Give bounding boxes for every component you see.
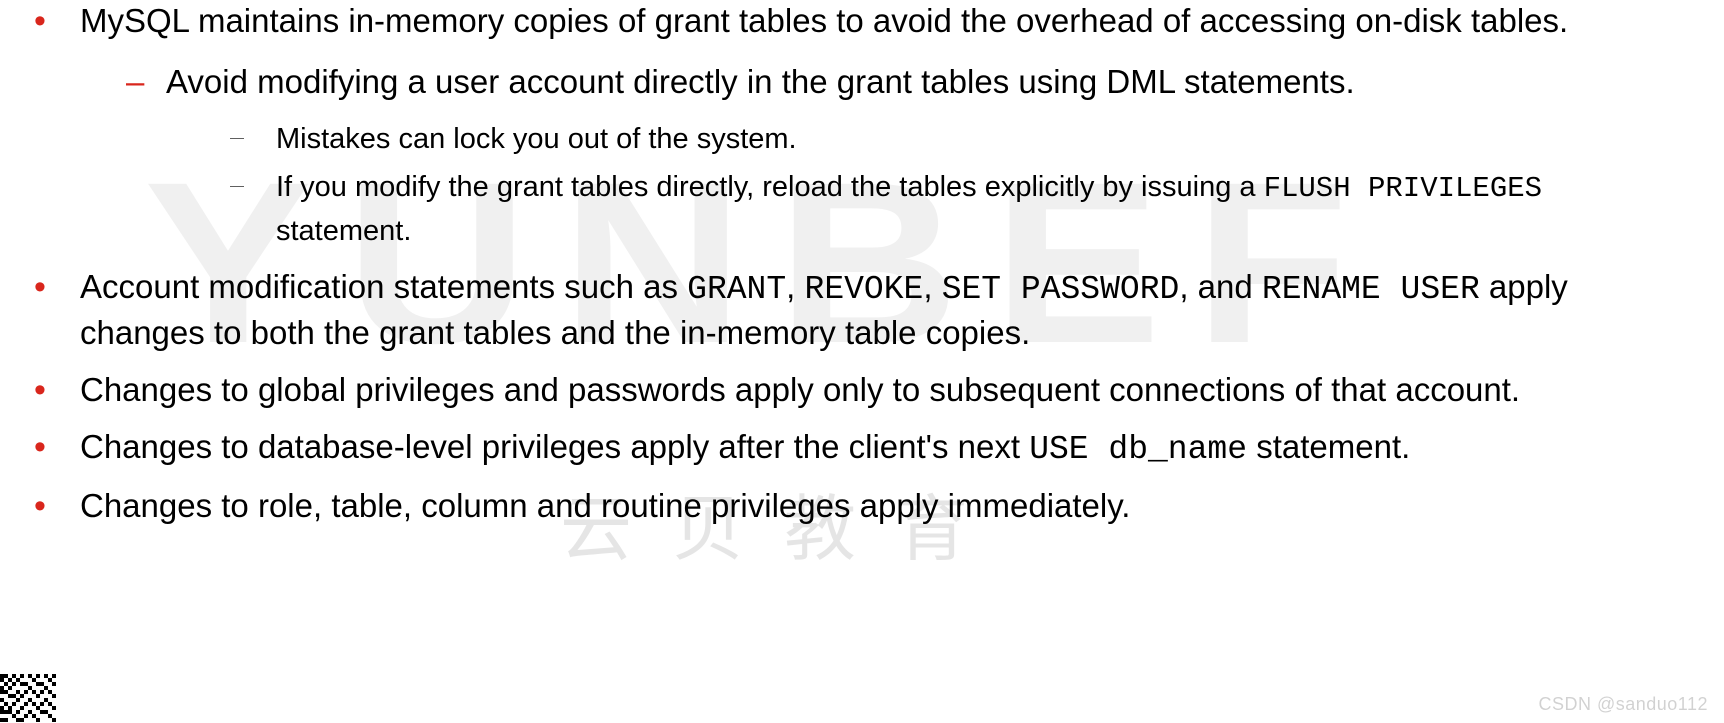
sub2-text-a: If you modify the grant tables directly,… xyxy=(276,171,1264,203)
bullet-item-2: Account modification statements such as … xyxy=(0,266,1684,355)
bullet-item-1: MySQL maintains in-memory copies of gran… xyxy=(0,0,1684,252)
bullet-item-3: Changes to global privileges and passwor… xyxy=(0,369,1684,412)
b3-text: Changes to global privileges and passwor… xyxy=(80,371,1520,408)
bullet-item-4: Changes to database-level privileges app… xyxy=(0,426,1684,472)
b2-sep3: , and xyxy=(1179,268,1262,305)
slide-content: MySQL maintains in-memory copies of gran… xyxy=(0,0,1724,528)
code-grant: GRANT xyxy=(687,271,786,308)
b2-a: Account modification statements such as xyxy=(80,268,687,305)
attribution-text: CSDN @sanduo112 xyxy=(1538,694,1708,715)
code-use-dbname: USE db_name xyxy=(1029,431,1247,468)
b2-sep2: , xyxy=(923,268,941,305)
code-revoke: REVOKE xyxy=(805,271,924,308)
b5-text: Changes to role, table, column and routi… xyxy=(80,487,1130,524)
sub-bullet-text: Avoid modifying a user account directly … xyxy=(166,63,1355,100)
sub2-bullet-item-1: Mistakes can lock you out of the system. xyxy=(166,118,1684,160)
b2-sep1: , xyxy=(786,268,804,305)
code-rename-user: RENAME USER xyxy=(1262,271,1480,308)
qr-code-icon xyxy=(0,673,60,723)
code-set-password: SET PASSWORD xyxy=(942,271,1180,308)
sub-bullet-item-1: Avoid modifying a user account directly … xyxy=(80,61,1684,252)
bullet-text: MySQL maintains in-memory copies of gran… xyxy=(80,2,1568,39)
sub2-text-b: statement. xyxy=(276,215,411,247)
b4-a: Changes to database-level privileges app… xyxy=(80,428,1029,465)
sub2-text: Mistakes can lock you out of the system. xyxy=(276,123,797,155)
b4-b: statement. xyxy=(1247,428,1410,465)
code-flush-privileges: FLUSH PRIVILEGES xyxy=(1264,172,1542,205)
sub2-bullet-item-2: If you modify the grant tables directly,… xyxy=(166,166,1684,252)
bullet-item-5: Changes to role, table, column and routi… xyxy=(0,485,1684,528)
